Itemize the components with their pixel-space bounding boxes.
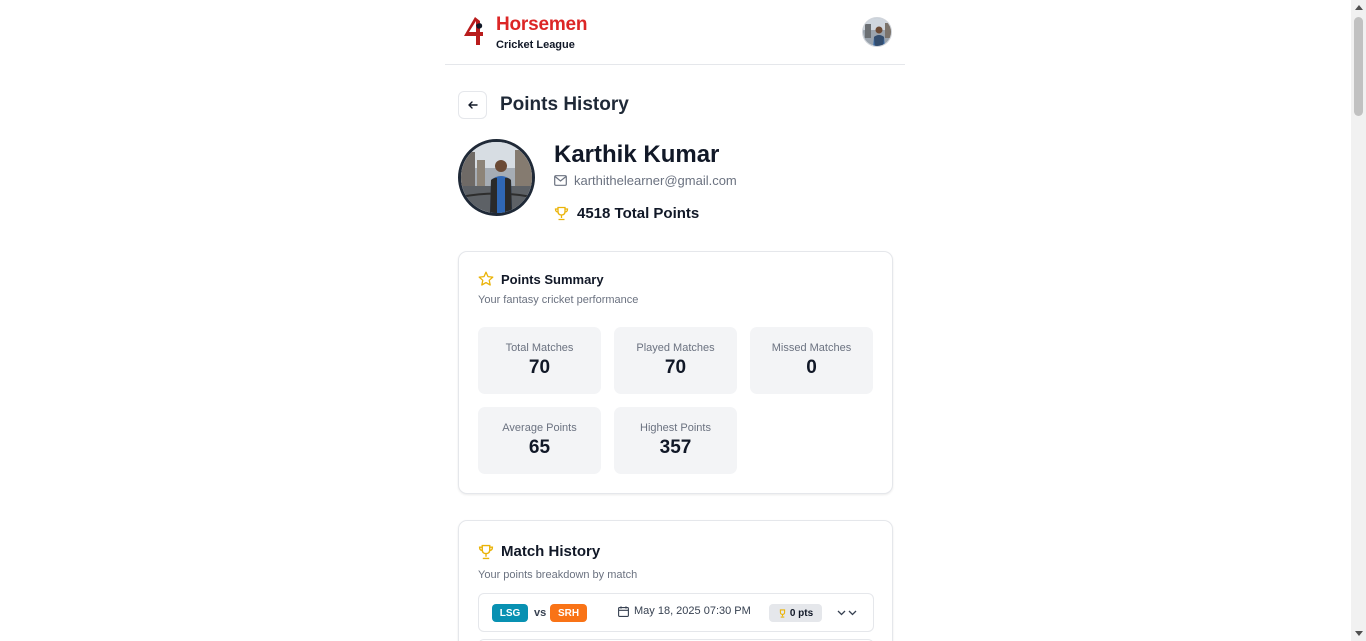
chevron-down-icon <box>837 610 857 616</box>
match-history-description: Your points breakdown by match <box>478 569 638 581</box>
star-icon <box>478 271 494 286</box>
total-points: 4518 Total Points <box>577 205 700 222</box>
stat-label: Highest Points <box>640 422 711 434</box>
mail-icon <box>554 175 567 186</box>
stat-value: 70 <box>528 357 551 378</box>
stat-value: 70 <box>664 357 687 378</box>
team-badge-lsg: LSG <box>492 604 528 622</box>
stat-label: Missed Matches <box>771 342 852 354</box>
top-header: Horsemen Cricket League <box>445 0 905 65</box>
scroll-thumb[interactable] <box>1354 17 1363 116</box>
expand-toggle[interactable] <box>835 605 859 621</box>
match-history-header: Match History <box>478 543 600 560</box>
app-container: Horsemen Cricket League Points History K… <box>445 0 905 641</box>
calendar-icon <box>618 605 629 617</box>
points-value: 0 pts <box>789 607 814 619</box>
user-avatar[interactable] <box>862 17 892 47</box>
brand-title[interactable]: Horsemen <box>496 14 588 36</box>
vs-label: vs <box>534 607 547 619</box>
stat-highest-points: Highest Points 357 <box>614 407 737 474</box>
trophy-icon <box>779 608 785 618</box>
scroll-up-arrow-icon[interactable] <box>1355 5 1363 10</box>
points-summary-header: Points Summary <box>478 271 604 287</box>
match-date-row: May 18, 2025 07:30 PM <box>618 605 751 617</box>
profile-email: karthithelearner@gmail.com <box>574 173 737 188</box>
back-button[interactable] <box>458 91 487 119</box>
scroll-down-arrow-icon[interactable] <box>1355 631 1363 636</box>
profile-name: Karthik Kumar <box>554 141 720 168</box>
stat-label: Total Matches <box>505 342 574 354</box>
points-summary-card: Points Summary Your fantasy cricket perf… <box>458 251 893 494</box>
match-history-title: Match History <box>501 543 601 560</box>
profile-email-row: karthithelearner@gmail.com <box>554 173 737 188</box>
stat-total-matches: Total Matches 70 <box>478 327 601 394</box>
stat-label: Played Matches <box>636 342 715 354</box>
match-history-card: Match History Your points breakdown by m… <box>458 520 893 641</box>
team-badge-srh: SRH <box>550 604 587 622</box>
brand-subtitle: Cricket League <box>496 39 575 51</box>
match-date: May 18, 2025 07:30 PM <box>634 605 751 617</box>
points-badge: 0 pts <box>769 604 822 622</box>
points-summary-description: Your fantasy cricket performance <box>478 294 639 306</box>
stat-value: 357 <box>659 437 692 458</box>
stat-value: 65 <box>528 437 551 458</box>
stat-played-matches: Played Matches 70 <box>614 327 737 394</box>
page-scrollbar[interactable] <box>1351 0 1366 641</box>
page-viewport: Horsemen Cricket League Points History K… <box>0 0 1351 641</box>
arrow-left-icon <box>467 101 478 109</box>
profile-avatar <box>458 139 535 216</box>
profile-points-row: 4518 Total Points <box>554 205 699 222</box>
page-title: Points History <box>500 94 629 115</box>
stat-value: 0 <box>806 357 817 378</box>
stat-label: Average Points <box>502 422 577 434</box>
match-row[interactable]: LSG vs SRH May 18, 2025 07:30 PM 0 pts <box>478 593 874 632</box>
trophy-icon <box>554 206 569 221</box>
stat-missed-matches: Missed Matches 0 <box>750 327 873 394</box>
trophy-icon <box>478 544 494 559</box>
stat-average-points: Average Points 65 <box>478 407 601 474</box>
horse-four-logo-icon[interactable] <box>461 16 485 46</box>
points-summary-title: Points Summary <box>501 271 604 287</box>
